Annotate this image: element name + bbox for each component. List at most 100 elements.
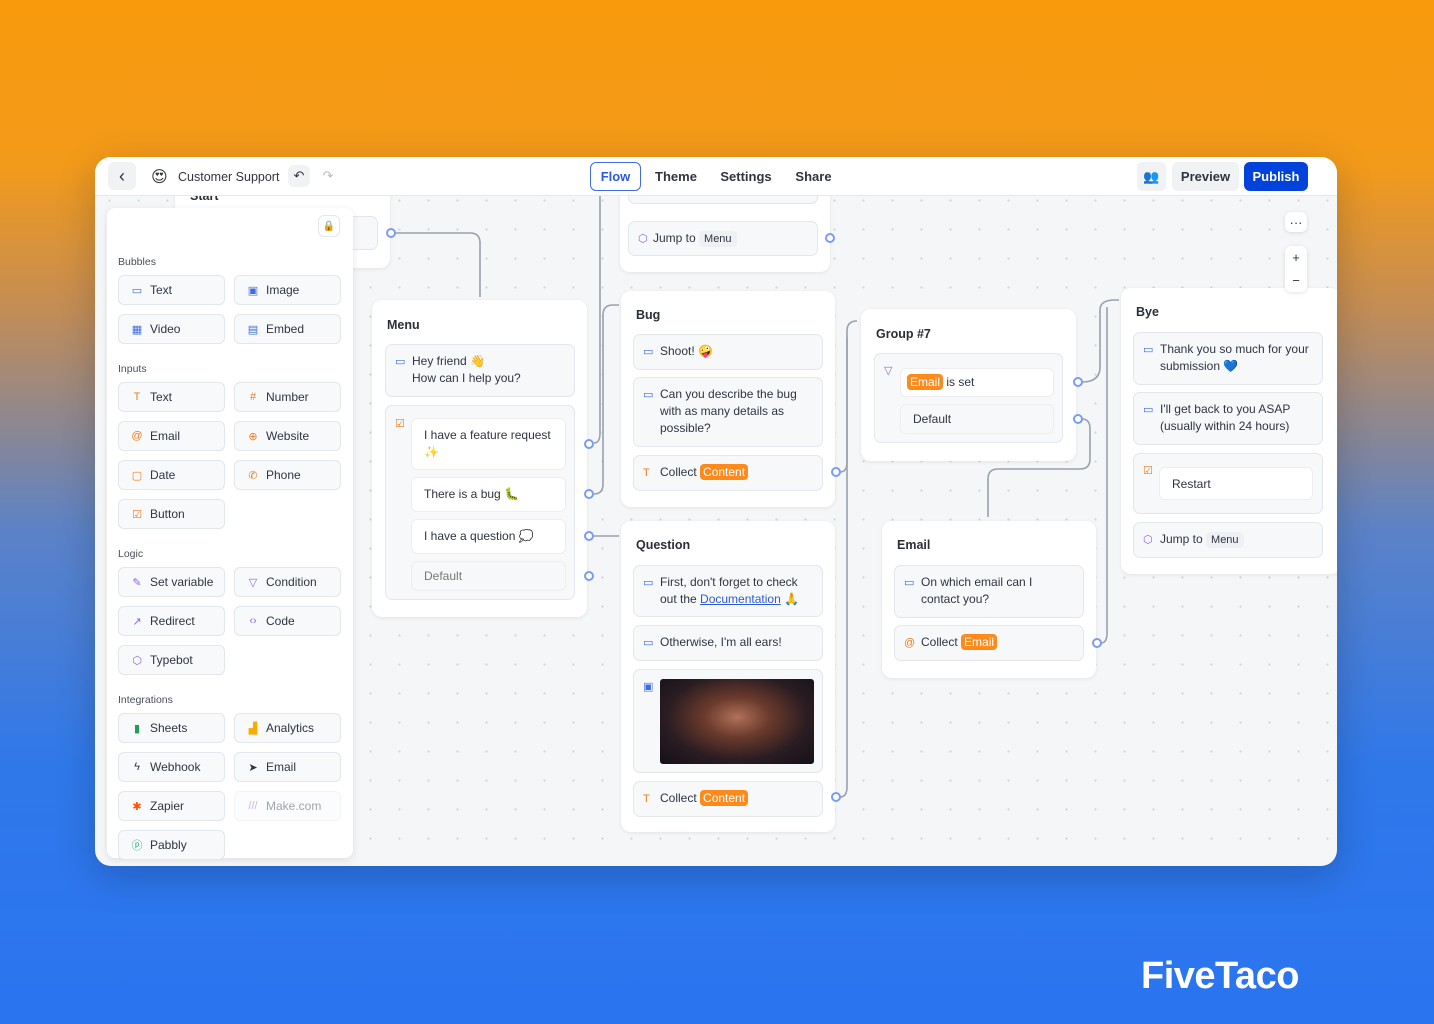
item-label: Condition (266, 575, 317, 589)
text-input-block[interactable]: T Collect Content (633, 455, 823, 491)
back-button[interactable]: ‹ (108, 162, 136, 190)
port[interactable] (584, 531, 594, 541)
redo-icon: ↷ (322, 168, 334, 183)
edge-start-menu (395, 232, 481, 297)
bug-node[interactable]: Bug ▭ Shoot! 🤪 ▭ Can you describe the bug … (621, 291, 835, 507)
port[interactable] (584, 489, 594, 499)
block-set-variable[interactable]: ✎ Set variable (118, 567, 225, 597)
tab-theme[interactable]: Theme (651, 162, 701, 191)
port[interactable] (831, 467, 841, 477)
text-bubble[interactable]: ▭ I'll get back to you ASAP (usually with… (1133, 392, 1323, 445)
documentation-link[interactable]: Documentation (700, 592, 781, 606)
port[interactable] (584, 439, 594, 449)
text-bubble[interactable]: ▭ First, don't forget to check out the Do… (633, 565, 823, 617)
choice-item[interactable]: There is a bug 🐛 (411, 477, 566, 512)
undo-button[interactable]: ↶ (288, 165, 310, 187)
chat-bubble-icon: ▭ (131, 284, 143, 297)
text-bubble[interactable]: ▭ Can you describe the bug with as many d… (633, 377, 823, 447)
tab-share[interactable]: Share (791, 162, 836, 191)
collaborators-button[interactable]: 👥 (1137, 162, 1166, 191)
group7-node[interactable]: Group #7 ▽ Email is set Default (861, 309, 1076, 461)
port[interactable] (386, 228, 396, 238)
block-email-integration[interactable]: ➤ Email (234, 752, 341, 782)
condition-block[interactable]: ▽ Email is set Default (874, 353, 1063, 443)
jump-block[interactable]: ⬡ Jump to Menu (1133, 522, 1323, 558)
block-phone[interactable]: ✆ Phone (234, 460, 341, 490)
image-icon: ▣ (643, 681, 654, 693)
fivetaco-logo: FiveTaco (1141, 955, 1299, 997)
sheets-icon: ▮ (133, 722, 141, 735)
jump-block[interactable]: ⬡ Jump to Menu (628, 221, 818, 256)
port[interactable] (584, 571, 594, 581)
default-choice[interactable]: Default (411, 561, 566, 591)
tab-settings[interactable]: Settings (716, 162, 776, 191)
edge-question-group7 (839, 337, 848, 798)
choice-item[interactable]: I have a question 💭 (411, 519, 566, 554)
email-node[interactable]: Email ▭ On which email can I contact you?… (882, 521, 1096, 678)
bubble-text: How can I help you? (412, 371, 521, 385)
image-bubble[interactable]: ▣ (633, 669, 823, 773)
collect-label: Collect (921, 635, 958, 649)
choice-input-block[interactable]: ☑ I have a feature request ✨ There is a … (385, 405, 575, 600)
block-number[interactable]: # Number (234, 382, 341, 412)
text-bubble[interactable]: ▭ Thank you so much for your submission 💙 (1133, 332, 1323, 385)
bye-node[interactable]: Bye ▭ Thank you so much for your submissi… (1121, 288, 1337, 574)
choice-input-block[interactable]: ☑ Restart (1133, 453, 1323, 514)
text-bubble[interactable]: ▭ On which email can I contact you? (894, 565, 1084, 618)
bot-name[interactable]: Customer Support (178, 170, 279, 184)
block-pabbly[interactable]: ⓟ Pabbly (118, 830, 225, 860)
port[interactable] (1092, 638, 1102, 648)
calendar-icon: ▢ (131, 469, 143, 482)
lock-sidebar-button[interactable]: 🔒 (318, 215, 340, 237)
block-video[interactable]: ▦ Video (118, 314, 225, 344)
chat-bubble-icon: ▭ (643, 637, 654, 649)
block-text-bubble[interactable]: ▭ Text (118, 275, 225, 305)
top-group-node[interactable]: ⬡ Jump to Menu (620, 182, 830, 272)
bubble-text: 🙏 (780, 592, 800, 606)
text-t-icon: T (643, 793, 650, 805)
item-label: Text (150, 283, 173, 297)
zoom-in-button[interactable]: + (1292, 250, 1300, 265)
block-zapier[interactable]: ✱ Zapier (118, 791, 225, 821)
email-input-block[interactable]: @ Collect Email (894, 625, 1084, 661)
block-sheets[interactable]: ▮ Sheets (118, 713, 225, 743)
port[interactable] (1073, 414, 1083, 424)
chat-bubble-icon: ▭ (904, 577, 915, 589)
question-node[interactable]: Question ▭ First, don't forget to check o… (621, 521, 835, 832)
preview-button[interactable]: Preview (1172, 162, 1239, 191)
choice-item[interactable]: I have a feature request ✨ (411, 418, 566, 470)
block-date[interactable]: ▢ Date (118, 460, 225, 490)
publish-button[interactable]: Publish (1244, 162, 1308, 191)
condition-item[interactable]: Email is set (900, 368, 1054, 397)
block-button[interactable]: ☑ Button (118, 499, 225, 529)
text-bubble[interactable]: ▭ Otherwise, I'm all ears! (633, 625, 823, 661)
text-bubble[interactable]: ▭ Hey friend 👋 How can I help you? (385, 344, 575, 397)
block-text-input[interactable]: T Text (118, 382, 225, 412)
text-bubble[interactable]: ▭ Shoot! 🤪 (633, 334, 823, 370)
block-code[interactable]: ‹› Code (234, 606, 341, 636)
collect-label: Collect (660, 465, 697, 479)
port[interactable] (825, 233, 835, 243)
block-make[interactable]: /// Make.com (234, 791, 341, 821)
default-choice[interactable]: Default (900, 404, 1054, 434)
block-embed[interactable]: ▤ Embed (234, 314, 341, 344)
block-typebot[interactable]: ⬡ Typebot (118, 645, 225, 675)
block-analytics[interactable]: ▟ Analytics (234, 713, 341, 743)
tab-flow[interactable]: Flow (590, 162, 641, 191)
block-webhook[interactable]: ϟ Webhook (118, 752, 225, 782)
choice-item[interactable]: Restart (1159, 467, 1313, 500)
block-image[interactable]: ▣ Image (234, 275, 341, 305)
menu-node[interactable]: Menu ▭ Hey friend 👋 How can I help you? ☑ … (372, 300, 587, 617)
block-condition[interactable]: ▽ Condition (234, 567, 341, 597)
zoom-out-button[interactable]: − (1292, 273, 1300, 288)
more-options-button[interactable]: ··· (1285, 212, 1307, 232)
text-input-block[interactable]: T Collect Content (633, 781, 823, 817)
port[interactable] (1073, 377, 1083, 387)
block-email-input[interactable]: @ Email (118, 421, 225, 451)
block-redirect[interactable]: ↗ Redirect (118, 606, 225, 636)
block-website[interactable]: ⊕ Website (234, 421, 341, 451)
text-t-icon: T (643, 467, 650, 479)
item-label: Email (150, 429, 181, 443)
port[interactable] (831, 792, 841, 802)
redo-button[interactable]: ↷ (317, 165, 339, 187)
